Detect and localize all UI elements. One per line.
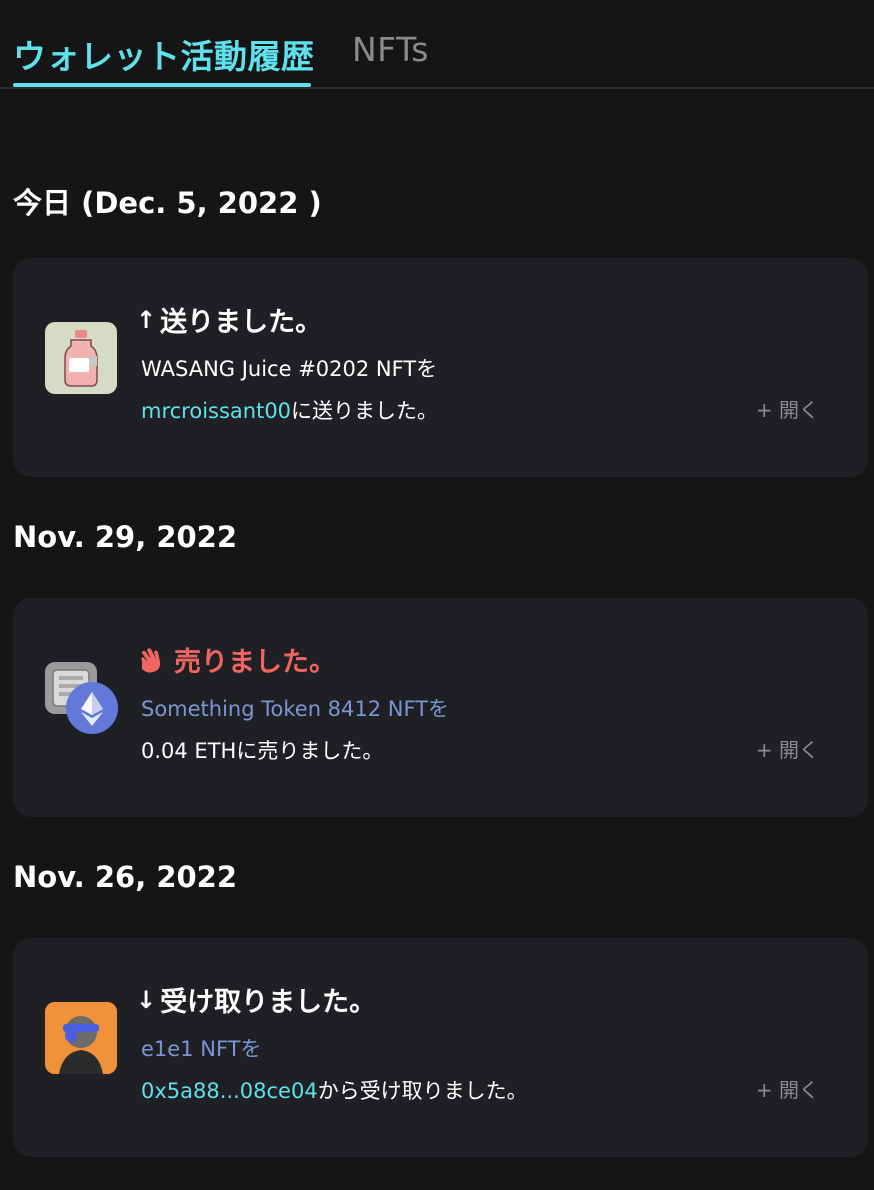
active-tab-indicator [13,83,311,87]
activity-title: 売りました。 [136,640,336,679]
date-heading: 今日 (Dec. 5, 2022 ) [13,186,322,220]
activity-title-text: 送りました。 [160,307,323,338]
sender-suffix: から受け取りました。 [317,1079,528,1103]
expand-button[interactable]: + 開く [756,394,819,423]
activity-title-text: 受け取りました。 [160,987,377,1018]
expand-button[interactable]: + 開く [756,734,819,763]
recipient-suffix: に送りました。 [291,399,439,423]
sender-address-link[interactable]: 0x5a88...08ce04 [141,1079,318,1103]
arrow-up-icon: ↑ [136,305,157,334]
tab-wallet-activity[interactable]: ウォレット活動履歴 [13,30,315,78]
nft-thumbnail-e1e1 [45,1002,117,1074]
activity-description: WASANG Juice #0202 NFTを [141,357,438,381]
activity-card-received[interactable]: ↓ 受け取りました。 e1e1 NFTを 0x5a88...08ce04から受け… [13,938,868,1157]
waving-hand-icon [136,645,166,675]
activity-description-link[interactable]: Something Token 8412 NFTを [141,693,449,723]
recipient-link[interactable]: mrcroissant00 [141,399,291,423]
activity-title-text: 売りました。 [174,647,336,678]
date-heading: Nov. 29, 2022 [13,520,238,554]
arrow-down-icon: ↓ [136,985,157,1014]
activity-card-sold[interactable]: 売りました。 Something Token 8412 NFTを 0.04 ET… [13,598,868,817]
activity-card-sent[interactable]: ↑ 送りました。 WASANG Juice #0202 NFTを mrcrois… [13,258,868,477]
ethereum-icon [66,682,118,734]
activity-recipient-line: mrcroissant00に送りました。 [141,395,438,425]
activity-price-line: 0.04 ETHに売りました。 [141,739,384,763]
nft-thumbnail-wasang-juice [45,322,117,394]
date-heading: Nov. 26, 2022 [13,860,238,894]
activity-description-link[interactable]: e1e1 NFTを [141,1033,261,1063]
tab-nfts[interactable]: NFTs [352,30,429,69]
tab-bar: ウォレット活動履歴 NFTs [0,0,874,89]
expand-button[interactable]: + 開く [756,1074,819,1103]
activity-title: ↓ 受け取りました。 [136,980,376,1019]
activity-sender-line: 0x5a88...08ce04から受け取りました。 [141,1075,528,1105]
activity-title: ↑ 送りました。 [136,300,322,339]
